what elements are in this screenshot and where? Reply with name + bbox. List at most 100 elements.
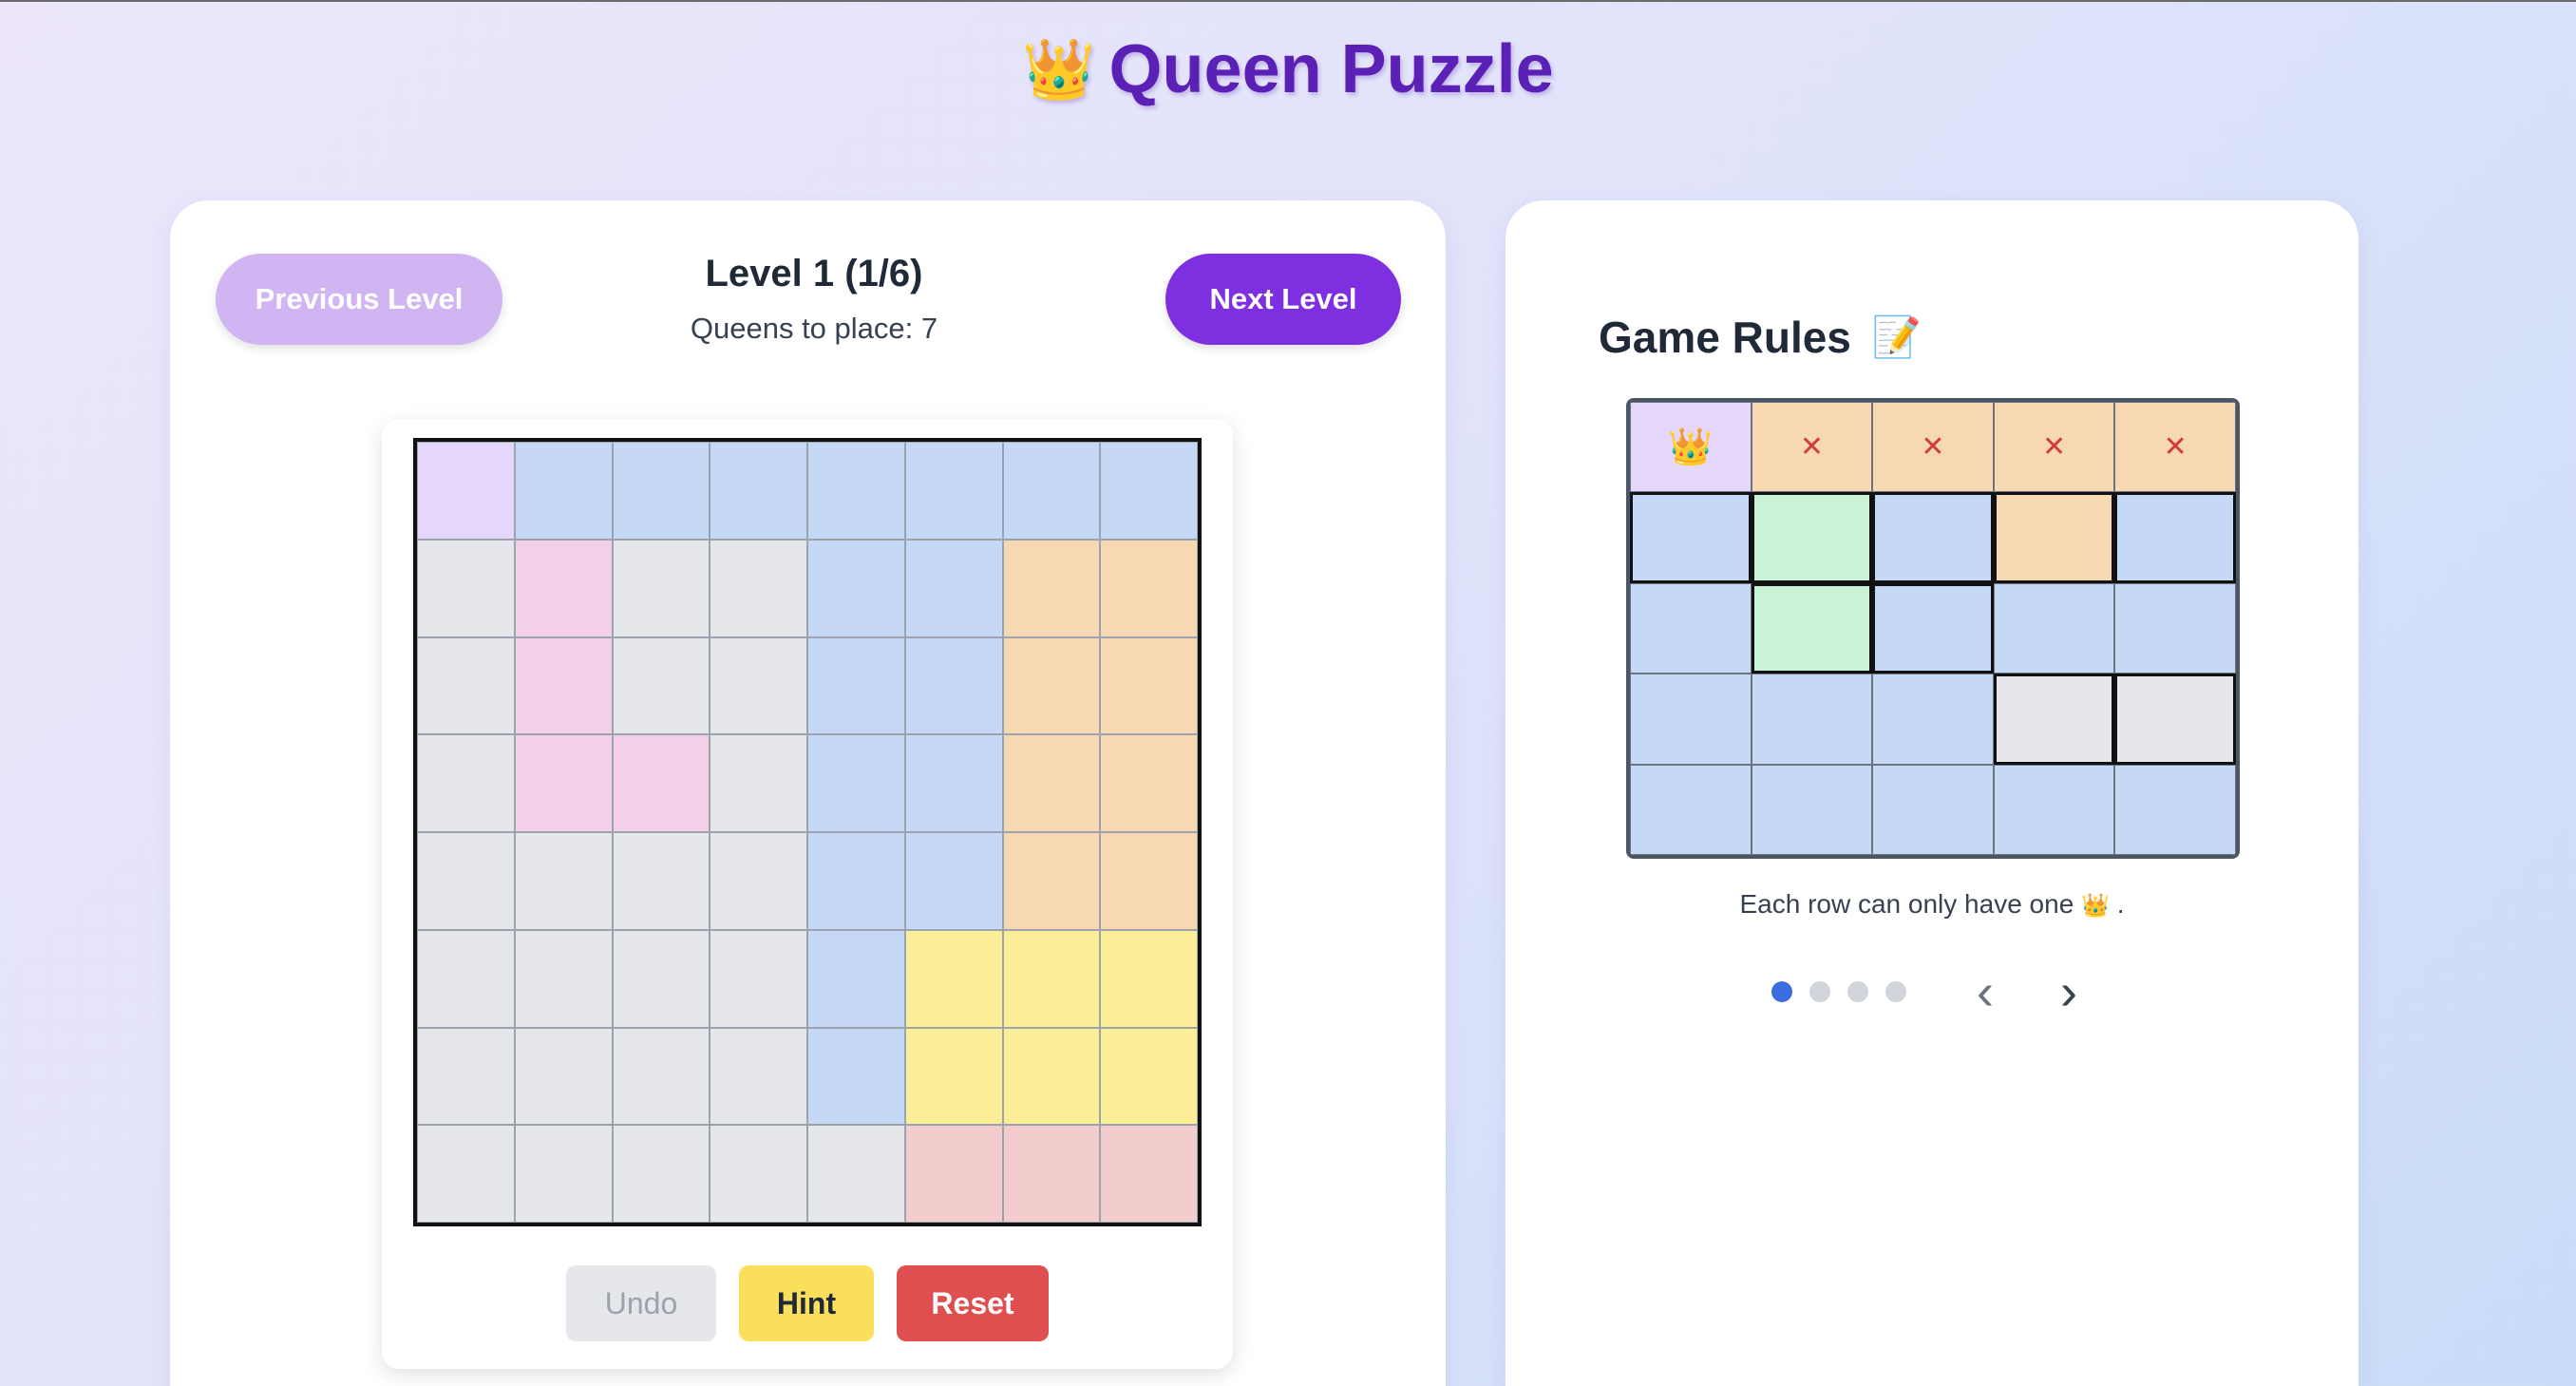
board-cell[interactable] bbox=[710, 442, 807, 540]
rules-title-text: Game Rules bbox=[1599, 313, 1851, 362]
board-cell[interactable] bbox=[612, 734, 710, 832]
board-cell[interactable] bbox=[514, 442, 613, 540]
board-cell[interactable] bbox=[710, 832, 807, 930]
board-cell[interactable] bbox=[417, 442, 515, 540]
board-cell[interactable] bbox=[1002, 636, 1101, 735]
board-cell[interactable] bbox=[807, 539, 905, 637]
board-cell[interactable] bbox=[514, 1125, 613, 1223]
rule-caption-text: Each row can only have one bbox=[1739, 889, 2074, 919]
board-cell[interactable] bbox=[612, 442, 710, 540]
rules-board-cell bbox=[2114, 764, 2236, 855]
board-cell[interactable] bbox=[514, 636, 613, 735]
board-cell[interactable] bbox=[514, 832, 613, 930]
board-cell[interactable] bbox=[710, 734, 807, 832]
board-cell[interactable] bbox=[417, 636, 515, 735]
rules-panel: Game Rules 📝 👑 ✕ ✕ ✕ ✕ Each row can only hav… bbox=[1506, 200, 2358, 1386]
carousel-dot[interactable] bbox=[1847, 981, 1868, 1002]
chevron-left-icon[interactable]: ‹ bbox=[1961, 963, 2009, 1020]
board-cell[interactable] bbox=[904, 539, 1003, 637]
board-cell[interactable] bbox=[1002, 929, 1101, 1028]
queens-to-place: Queens to place: 7 bbox=[690, 312, 938, 345]
board-cell[interactable] bbox=[710, 1125, 807, 1223]
rules-board-cell bbox=[1630, 582, 1752, 674]
rules-board-cell: ✕ bbox=[1872, 402, 1994, 493]
board-cell[interactable] bbox=[807, 442, 905, 540]
board-cell[interactable] bbox=[710, 929, 807, 1028]
board-cell[interactable] bbox=[1100, 442, 1198, 540]
board-cell[interactable] bbox=[612, 832, 710, 930]
board-controls: Undo Hint Reset bbox=[382, 1265, 1233, 1341]
board-cell[interactable] bbox=[1100, 636, 1198, 735]
board-cell[interactable] bbox=[807, 636, 905, 735]
board-cell[interactable] bbox=[710, 636, 807, 735]
board-cell[interactable] bbox=[612, 1027, 710, 1126]
board-cell[interactable] bbox=[1100, 832, 1198, 930]
board-cell[interactable] bbox=[612, 1125, 710, 1223]
board-cell[interactable] bbox=[514, 539, 613, 637]
board-cell[interactable] bbox=[904, 442, 1003, 540]
board-cell[interactable] bbox=[807, 832, 905, 930]
rules-board-cell bbox=[1993, 764, 2115, 855]
rules-board-cell bbox=[1872, 764, 1994, 855]
rules-board-cell bbox=[2114, 492, 2236, 583]
board-cell[interactable] bbox=[1002, 442, 1101, 540]
board-cell[interactable] bbox=[417, 1027, 515, 1126]
board-cell[interactable] bbox=[612, 539, 710, 637]
board-cell[interactable] bbox=[1002, 1125, 1101, 1223]
board-cell[interactable] bbox=[807, 1027, 905, 1126]
board-cell[interactable] bbox=[417, 832, 515, 930]
board-cell[interactable] bbox=[807, 1125, 905, 1223]
memo-icon: 📝 bbox=[1871, 313, 1923, 359]
board-cell[interactable] bbox=[1100, 539, 1198, 637]
rules-board-cell bbox=[2114, 674, 2236, 765]
board-cell[interactable] bbox=[612, 636, 710, 735]
rules-board-cell bbox=[1751, 492, 1873, 583]
chevron-right-icon[interactable]: › bbox=[2045, 963, 2093, 1020]
board-cell[interactable] bbox=[1100, 1125, 1198, 1223]
board-cell[interactable] bbox=[807, 734, 905, 832]
board-cell[interactable] bbox=[904, 734, 1003, 832]
board-cell[interactable] bbox=[1002, 539, 1101, 637]
board-cell[interactable] bbox=[514, 734, 613, 832]
board-cell[interactable] bbox=[904, 1125, 1003, 1223]
rules-board-cell bbox=[1751, 582, 1873, 674]
board-cell[interactable] bbox=[417, 734, 515, 832]
rules-example-board: 👑 ✕ ✕ ✕ ✕ bbox=[1626, 398, 2240, 859]
board-cell[interactable] bbox=[1002, 832, 1101, 930]
carousel-dot[interactable] bbox=[1771, 981, 1792, 1002]
board-cell[interactable] bbox=[710, 1027, 807, 1126]
carousel-dot[interactable] bbox=[1809, 981, 1830, 1002]
rules-board-cell bbox=[1751, 674, 1873, 765]
board-cell[interactable] bbox=[904, 1027, 1003, 1126]
board-cell[interactable] bbox=[1100, 734, 1198, 832]
x-mark-icon: ✕ bbox=[1799, 431, 1824, 464]
rules-board-cell bbox=[1872, 492, 1994, 583]
board-cell[interactable] bbox=[807, 929, 905, 1028]
board-cell[interactable] bbox=[710, 539, 807, 637]
previous-level-button[interactable]: Previous Level bbox=[216, 254, 502, 345]
board-cell[interactable] bbox=[904, 929, 1003, 1028]
board-cell[interactable] bbox=[1100, 929, 1198, 1028]
rules-board-cell: ✕ bbox=[2114, 402, 2236, 493]
board-cell[interactable] bbox=[904, 636, 1003, 735]
board-cell[interactable] bbox=[612, 929, 710, 1028]
rules-board-cell bbox=[1630, 764, 1752, 855]
undo-button[interactable]: Undo bbox=[566, 1265, 716, 1341]
board-cell[interactable] bbox=[514, 1027, 613, 1126]
board-cell[interactable] bbox=[1100, 1027, 1198, 1126]
board-cell[interactable] bbox=[1002, 734, 1101, 832]
rules-board-cell bbox=[1630, 492, 1752, 583]
x-mark-icon: ✕ bbox=[2163, 431, 2188, 464]
board-cell[interactable] bbox=[1002, 1027, 1101, 1126]
carousel-dot[interactable] bbox=[1885, 981, 1906, 1002]
board-cell[interactable] bbox=[417, 539, 515, 637]
hint-button[interactable]: Hint bbox=[739, 1265, 874, 1341]
reset-button[interactable]: Reset bbox=[897, 1265, 1049, 1341]
rules-board-cell bbox=[1872, 674, 1994, 765]
board-cell[interactable] bbox=[417, 1125, 515, 1223]
next-level-button[interactable]: Next Level bbox=[1165, 254, 1401, 345]
rules-board-cell: ✕ bbox=[1993, 402, 2115, 493]
board-cell[interactable] bbox=[904, 832, 1003, 930]
board-cell[interactable] bbox=[417, 929, 515, 1028]
board-cell[interactable] bbox=[514, 929, 613, 1028]
